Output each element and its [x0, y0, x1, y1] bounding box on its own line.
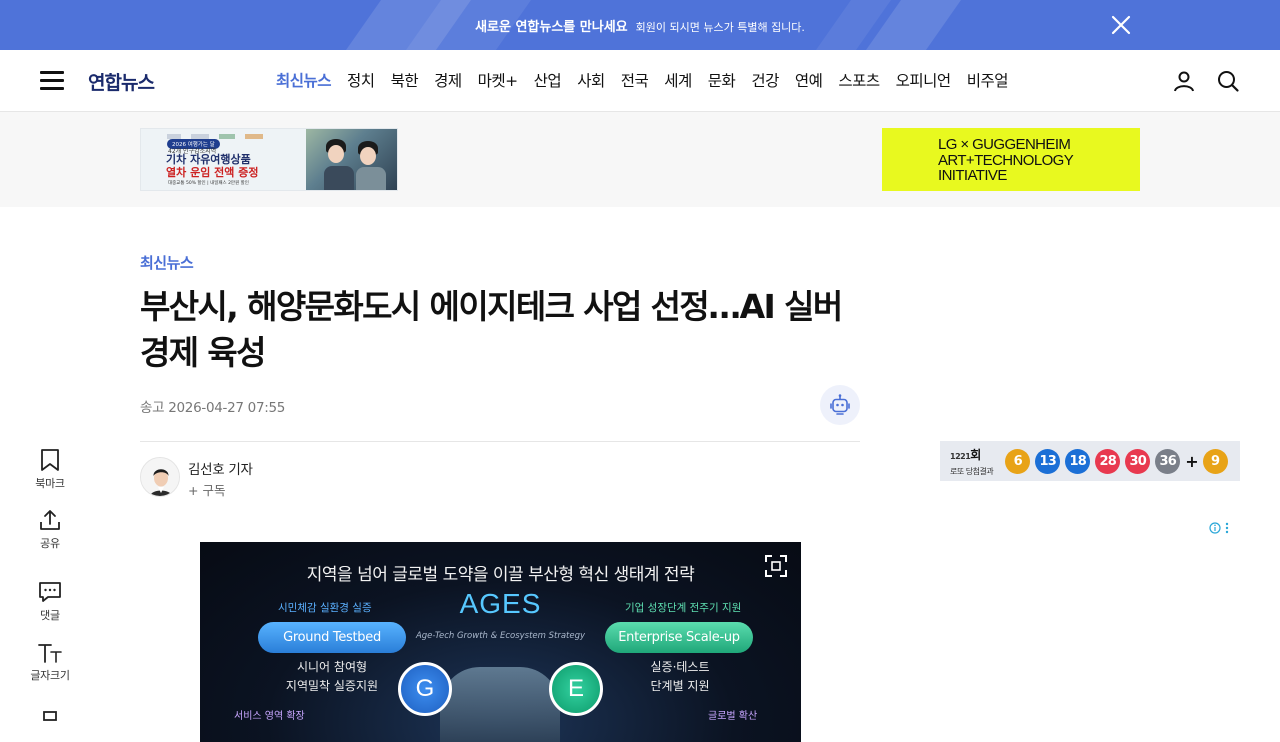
print-button[interactable]: [24, 710, 76, 734]
nav-item-latest[interactable]: 최신뉴스: [276, 69, 332, 91]
bookmark-label: 북마크: [35, 477, 65, 490]
figure-left-text-line1: 시니어 참여형: [296, 660, 368, 674]
nav-item-opinion[interactable]: 오피니언: [896, 69, 952, 91]
ai-summary-button[interactable]: [820, 385, 860, 425]
print-icon: [43, 711, 57, 721]
author-photo-icon: [141, 458, 179, 496]
nav-item-industry[interactable]: 산업: [534, 69, 562, 91]
promo-close-button[interactable]: [1108, 12, 1134, 38]
hamburger-icon-line: [40, 87, 64, 90]
nav-item-market[interactable]: 마켓+: [478, 69, 519, 91]
lotto-round-number: 1221: [950, 452, 971, 461]
share-button[interactable]: 공유: [24, 508, 76, 551]
nav-item-world[interactable]: 세계: [664, 69, 692, 91]
ad-banner-lg-guggenheim[interactable]: LG × GUGGENHEIM ART+TECHNOLOGY INITIATIV…: [882, 128, 1140, 191]
close-icon: [1111, 15, 1131, 35]
article-headline: 부산시, 해양문화도시 에이지테크 사업 선정…AI 실버경제 육성: [140, 287, 843, 372]
promo-message: 새로운 연합뉴스를 만나세요 회원이 되시면 뉴스가 특별해 집니다.: [475, 16, 805, 35]
lotto-ball: 30: [1125, 448, 1151, 474]
nav-item-sports[interactable]: 스포츠: [838, 69, 880, 91]
nav-item-visual[interactable]: 비주얼: [967, 69, 1009, 91]
site-header: 연합뉴스 최신뉴스 정치 북한 경제 마켓+ 산업 사회 전국 세계 문화 건강…: [0, 50, 1280, 112]
comment-button[interactable]: 댓글: [24, 580, 76, 623]
share-icon: [40, 510, 60, 530]
article-date: 송고 2026-04-27 07:55: [140, 400, 286, 416]
share-label: 공유: [40, 537, 60, 550]
bookmark-button[interactable]: 북마크: [24, 448, 76, 491]
figure-title: 지역을 넘어 글로벌 도약을 이끌 부산형 혁신 생태계 전략: [306, 565, 695, 585]
lotto-ball: 28: [1095, 448, 1121, 474]
comment-icon: [39, 582, 61, 602]
ad-choices[interactable]: [1209, 522, 1229, 534]
figure-right-text-line2: 단계별 지원: [650, 679, 710, 693]
figure-ground-testbed: Ground Testbed: [258, 622, 406, 653]
nav-item-health[interactable]: 건강: [751, 69, 779, 91]
font-size-label: 글자크기: [30, 669, 70, 682]
ad2-line3: INITIATIVE: [938, 167, 1007, 184]
figure-right-text-line1: 실증·테스트: [650, 660, 710, 674]
lotto-round: 1221회 로또 당첨결과: [950, 445, 994, 477]
expand-icon: [765, 555, 787, 577]
ad2-line2: ART+TECHNOLOGY: [938, 151, 1074, 169]
expand-image-button[interactable]: [762, 552, 790, 580]
menu-button[interactable]: [40, 71, 64, 91]
comment-label: 댓글: [40, 609, 60, 622]
lotto-ball: 36: [1155, 448, 1181, 474]
ad-banner-train[interactable]: 2026 여행가는 달 42개 인구감소지역 기차 자유여행상품 열차 운임 전…: [140, 128, 398, 191]
ad-strip: 2026 여행가는 달 42개 인구감소지역 기차 자유여행상품 열차 운임 전…: [0, 112, 1280, 207]
promo-banner[interactable]: 새로운 연합뉴스를 만나세요 회원이 되시면 뉴스가 특별해 집니다.: [0, 0, 1280, 50]
lotto-label: 로또 당첨결과: [950, 467, 994, 476]
site-logo[interactable]: 연합뉴스: [88, 68, 155, 95]
promo-subtitle: 회원이 되시면 뉴스가 특별해 집니다.: [635, 20, 805, 34]
lotto-results[interactable]: 1221회 로또 당첨결과 6 13 18 28 30 36 + 9: [940, 441, 1240, 481]
figure-right-text: 실증·테스트 단계별 지원: [618, 658, 742, 696]
robot-icon: [830, 394, 850, 415]
article-image[interactable]: 지역을 넘어 글로벌 도약을 이끌 부산형 혁신 생태계 전략 시민체감 실환경…: [200, 542, 801, 742]
article-category[interactable]: 최신뉴스: [140, 252, 194, 273]
nav-item-entertainment[interactable]: 연예: [795, 69, 823, 91]
hamburger-icon-line: [40, 79, 64, 82]
lotto-round-suffix: 회: [970, 448, 981, 462]
nav-item-culture[interactable]: 문화: [708, 69, 736, 91]
nav-item-economy[interactable]: 경제: [434, 69, 462, 91]
bookmark-icon: [41, 449, 59, 471]
author-name[interactable]: 김선호 기자: [188, 458, 253, 478]
search-icon: [1218, 71, 1239, 92]
author-avatar[interactable]: [140, 457, 180, 497]
nav-item-politics[interactable]: 정치: [347, 69, 375, 91]
lotto-ball: 13: [1035, 448, 1061, 474]
figure-circle-g: G: [398, 662, 452, 716]
search-button[interactable]: [1216, 69, 1240, 93]
figure-left-text-line2: 지역밀착 실증지원: [285, 679, 379, 693]
more-vertical-icon: [1225, 522, 1229, 534]
ad2-line1: LG × GUGGENHEIM: [938, 136, 1071, 153]
figure-left-text: 시니어 참여형 지역밀착 실증지원: [270, 658, 394, 696]
figure-enterprise-scaleup: Enterprise Scale-up: [605, 622, 753, 653]
nav-item-northkorea[interactable]: 북한: [391, 69, 419, 91]
info-icon: [1209, 522, 1221, 534]
lotto-ball: 6: [1005, 448, 1031, 474]
ad-line3: 대중교통 50% 할인 | 내일패스 2만원 할인: [168, 181, 249, 186]
divider: [140, 441, 860, 442]
lotto-ball: 18: [1065, 448, 1091, 474]
font-size-button[interactable]: 글자크기: [24, 642, 76, 683]
font-size-icon: [38, 644, 62, 663]
user-button[interactable]: [1172, 69, 1196, 93]
figure-circle-e: E: [549, 662, 603, 716]
lotto-bonus-ball: 9: [1202, 448, 1228, 474]
promo-title: 새로운 연합뉴스를 만나세요: [475, 19, 628, 35]
lotto-plus: +: [1185, 451, 1199, 471]
figure-ages: AGES: [459, 588, 542, 619]
nav-item-society[interactable]: 사회: [577, 69, 605, 91]
subscribe-button[interactable]: + 구독: [188, 480, 225, 499]
ad-line2: 열차 운임 전액 증정: [166, 166, 259, 179]
ad-photo: [306, 129, 397, 190]
main-nav: 최신뉴스 정치 북한 경제 마켓+ 산업 사회 전국 세계 문화 건강 연예 스…: [276, 69, 1024, 91]
user-icon: [1174, 71, 1194, 92]
nav-item-nation[interactable]: 전국: [621, 69, 649, 91]
hamburger-icon: [40, 71, 64, 74]
figure-building-graphic: [440, 667, 560, 742]
